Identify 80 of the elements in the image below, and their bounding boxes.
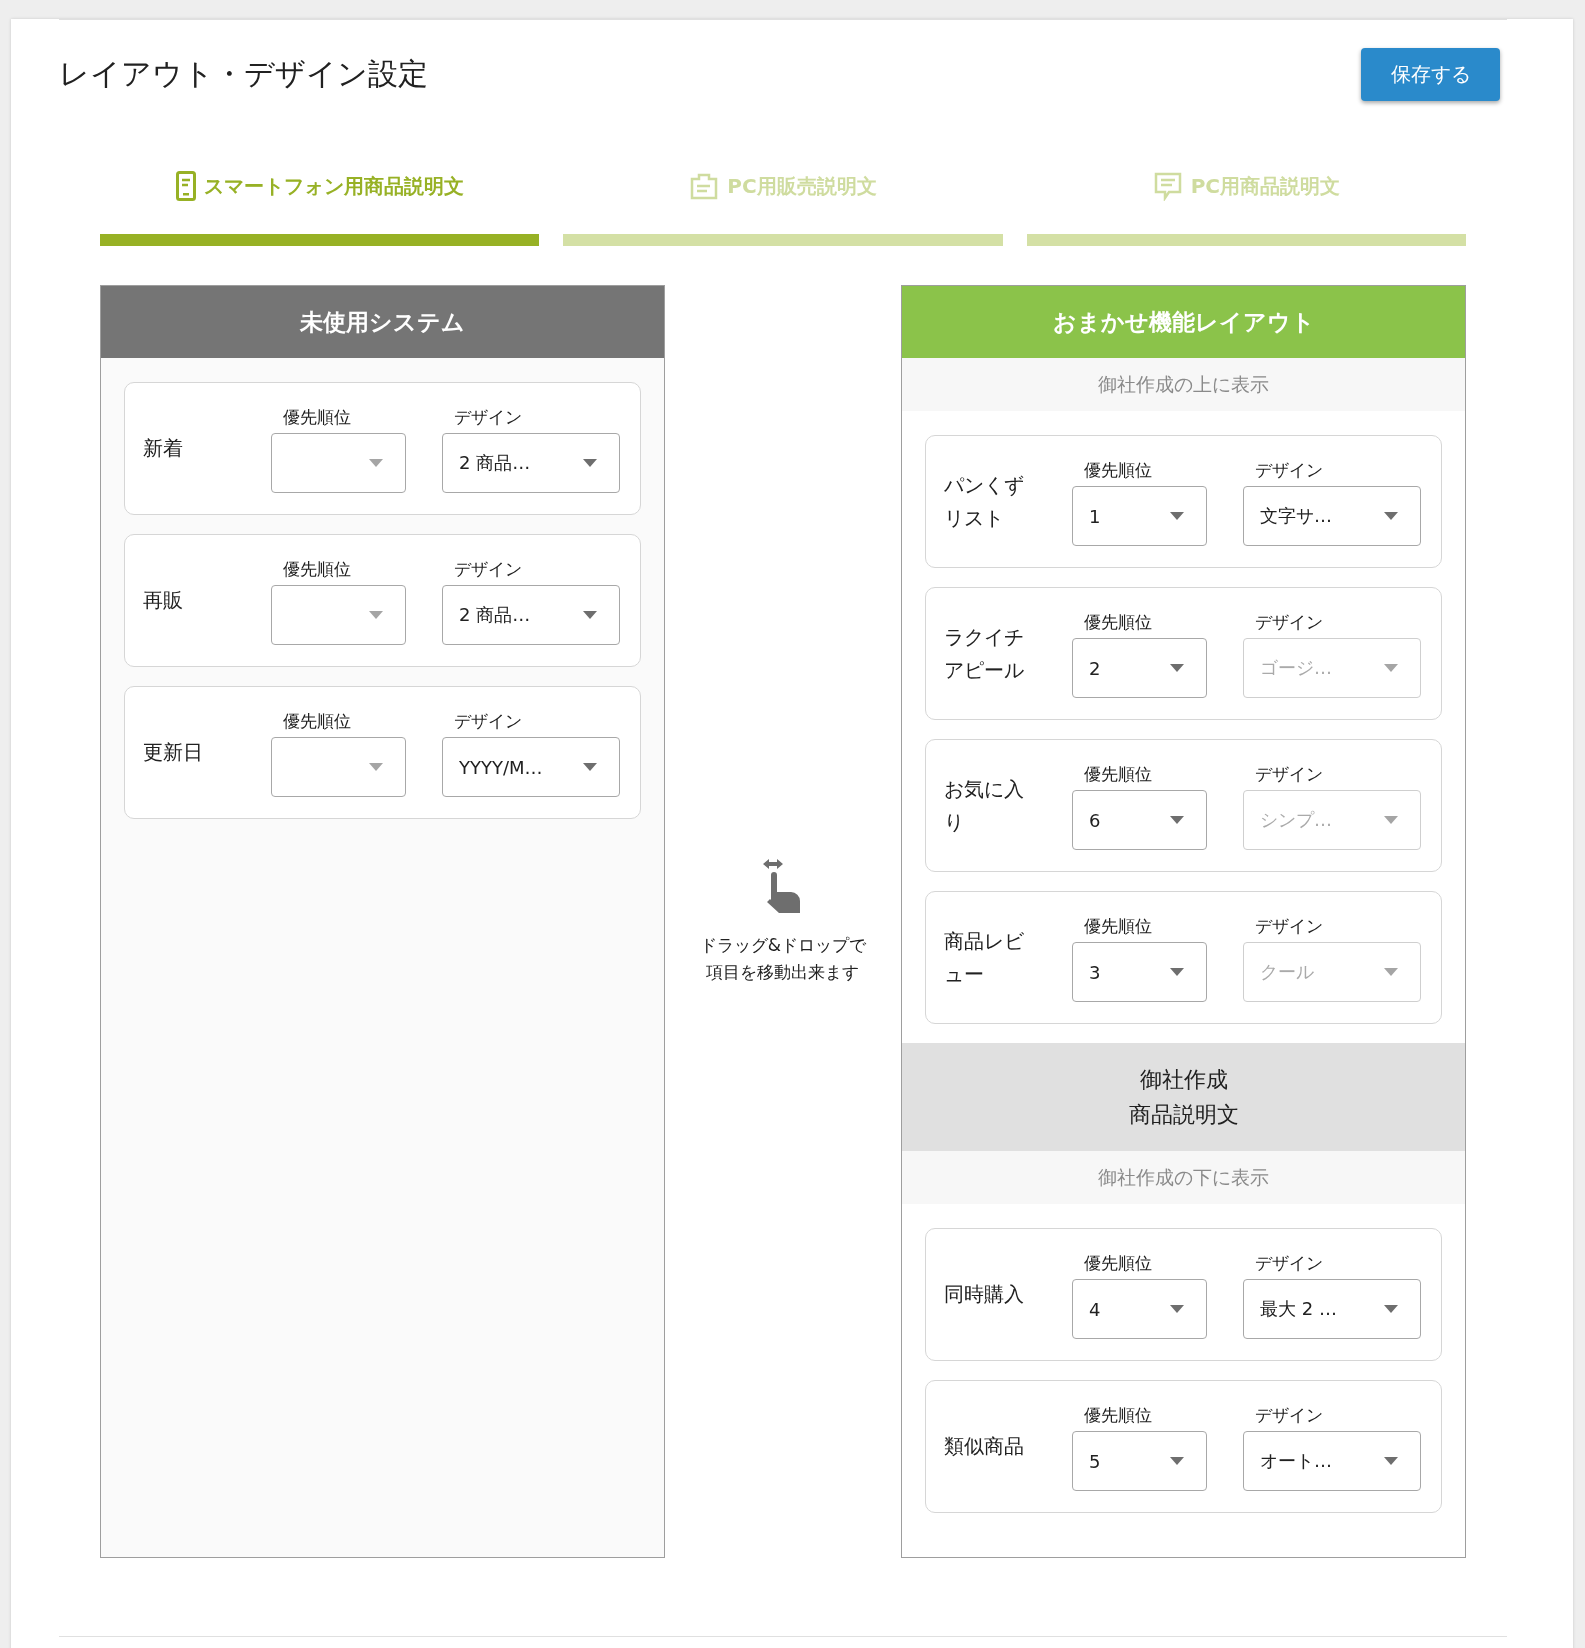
priority-label: 優先順位 [1084,1252,1153,1275]
caret-icon [369,763,383,771]
priority-label: 優先順位 [1084,763,1153,786]
item-card[interactable]: 再販 優先順位 デザイン 2 商品… [124,534,641,667]
caret-icon [1384,816,1398,824]
caret-icon [1384,512,1398,520]
design-label: デザイン [1255,459,1324,482]
design-label: デザイン [454,558,523,581]
caret-icon [1384,968,1398,976]
dropdown[interactable]: 最大 2 … [1243,1279,1421,1339]
priority-label: 優先順位 [1084,915,1153,938]
dropdown[interactable]: 2 [1072,638,1207,698]
priority-label: 優先順位 [283,710,352,733]
dropdown[interactable]: 1 [1072,486,1207,546]
dropdown[interactable]: YYYY/M… [442,737,620,797]
caret-icon [1170,968,1184,976]
item-name: お気に入り [944,775,1025,836]
design-label: デザイン [454,710,523,733]
caret-icon [1170,1305,1184,1313]
priority-label: 優先順位 [1084,611,1153,634]
phone-icon [175,171,196,201]
caret-icon [1170,816,1184,824]
design-label: デザイン [1255,611,1324,634]
priority-label: 優先順位 [1084,459,1153,482]
item-card[interactable]: 類似商品 優先順位 5 デザイン オート… [925,1380,1442,1513]
panel-header: おまかせ機能レイアウト [902,286,1465,358]
design-label: デザイン [454,406,523,429]
caret-icon [1170,512,1184,520]
item-name: 再販 [143,587,184,614]
item-name: 同時購入 [944,1281,1025,1308]
dropdown[interactable]: オート… [1243,1431,1421,1491]
caret-icon [583,763,597,771]
caret-icon [583,611,597,619]
dropdown[interactable]: 6 [1072,790,1207,850]
page-title: レイアウト・デザイン設定 [59,54,428,93]
caret-icon [1384,664,1398,672]
panel-header: 未使用システム [101,286,664,358]
design-label: デザイン [1255,1252,1324,1275]
caret-icon [369,611,383,619]
dropdown[interactable] [271,737,406,797]
dropdown[interactable]: 2 商品… [442,433,620,493]
item-card[interactable]: 商品レビュー 優先順位 3 デザイン クール [925,891,1442,1024]
item-card[interactable]: お気に入り 優先順位 6 デザイン シンプ… [925,739,1442,872]
dropdown[interactable] [271,433,406,493]
caret-icon [1384,1457,1398,1465]
item-card[interactable]: 新着 優先順位 デザイン 2 商品… [124,382,641,515]
priority-label: 優先順位 [283,558,352,581]
drag-drop-hint: ドラッグ&ドロップで 項目を移動出来ます [699,933,867,984]
item-card[interactable]: 更新日 優先順位 デザイン YYYY/M… [124,686,641,819]
caret-icon [369,459,383,467]
section-caption: 御社作成の上に表示 [902,358,1465,411]
caret-icon [1384,1305,1398,1313]
item-card[interactable]: パンくずリスト 優先順位 1 デザイン 文字サ… [925,435,1442,568]
design-label: デザイン [1255,915,1324,938]
section-caption: 御社作成の下に表示 [902,1151,1465,1204]
caret-icon [1170,1457,1184,1465]
caret-icon [583,459,597,467]
item-name: パンくずリスト [944,471,1025,532]
dropdown[interactable]: 5 [1072,1431,1207,1491]
item-card[interactable]: ラクイチアピール 優先順位 2 デザイン ゴージ… [925,587,1442,720]
item-name: ラクイチアピール [944,623,1025,684]
dropdown[interactable]: 4 [1072,1279,1207,1339]
dropdown[interactable] [271,585,406,645]
dropdown[interactable]: 2 商品… [442,585,620,645]
item-name: 更新日 [143,739,204,766]
item-name: 類似商品 [944,1433,1025,1460]
item-name: 新着 [143,435,184,462]
item-card[interactable]: 同時購入 優先順位 4 デザイン 最大 2 … [925,1228,1442,1361]
caret-icon [1170,664,1184,672]
message-icon [1152,171,1183,201]
design-label: デザイン [1255,1404,1324,1427]
save-button[interactable]: 保存する [1361,47,1500,101]
description-label: 御社作成 商品説明文 [1128,1066,1239,1129]
clipboard-icon [689,171,720,201]
design-label: デザイン [1255,763,1324,786]
priority-label: 優先順位 [283,406,352,429]
dropdown[interactable]: 3 [1072,942,1207,1002]
dropdown[interactable]: 文字サ… [1243,486,1421,546]
item-name: 商品レビュー [944,927,1025,988]
priority-label: 優先順位 [1084,1404,1153,1427]
